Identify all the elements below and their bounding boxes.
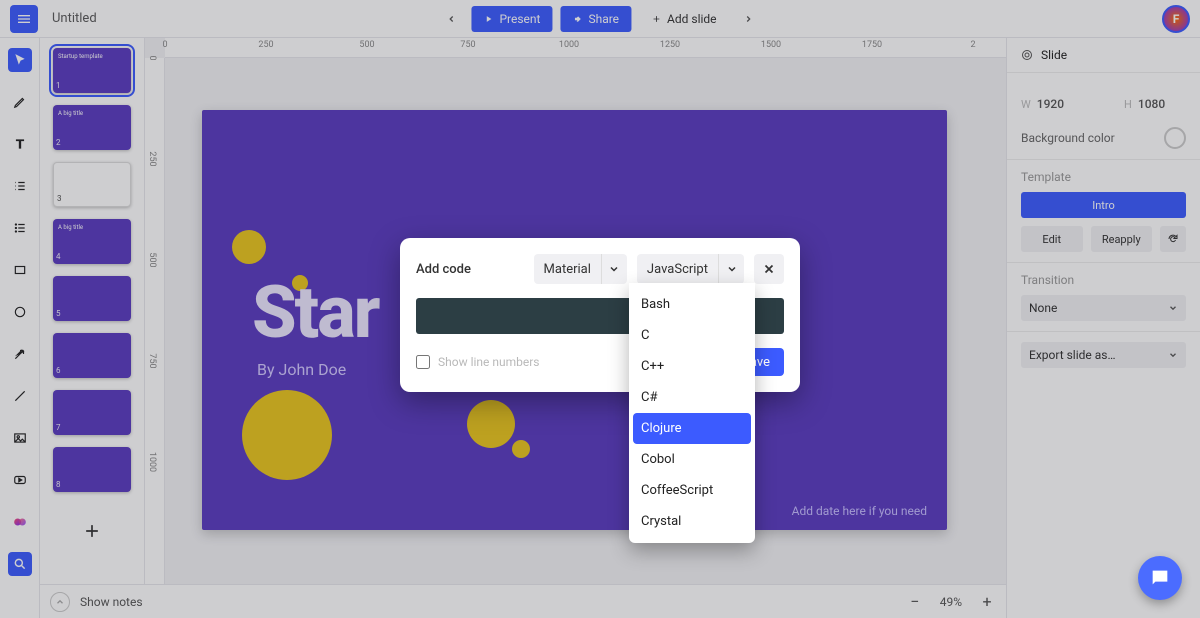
chat-fab[interactable] [1138,556,1182,600]
language-option[interactable]: C [629,320,755,351]
language-option[interactable]: CoffeeScript [629,475,755,506]
close-modal-button[interactable] [754,254,784,284]
chat-icon [1149,567,1171,589]
language-option[interactable]: Clojure [633,413,751,444]
language-dropdown: BashCC++C#ClojureCobolCoffeeScriptCrysta… [629,283,755,543]
language-option[interactable]: Bash [629,289,755,320]
code-language-select[interactable]: JavaScript [637,254,744,284]
language-option[interactable]: Crystal [629,506,755,537]
chevron-down-icon [608,263,620,275]
close-icon [762,262,776,276]
modal-title: Add code [416,262,471,277]
chevron-down-icon [726,263,738,275]
line-numbers-checkbox-input[interactable] [416,355,430,369]
code-theme-select[interactable]: Material [534,254,627,284]
language-option[interactable]: C++ [629,351,755,382]
language-option[interactable]: Cobol [629,444,755,475]
line-numbers-checkbox[interactable]: Show line numbers [416,355,540,369]
language-option[interactable]: C# [629,382,755,413]
